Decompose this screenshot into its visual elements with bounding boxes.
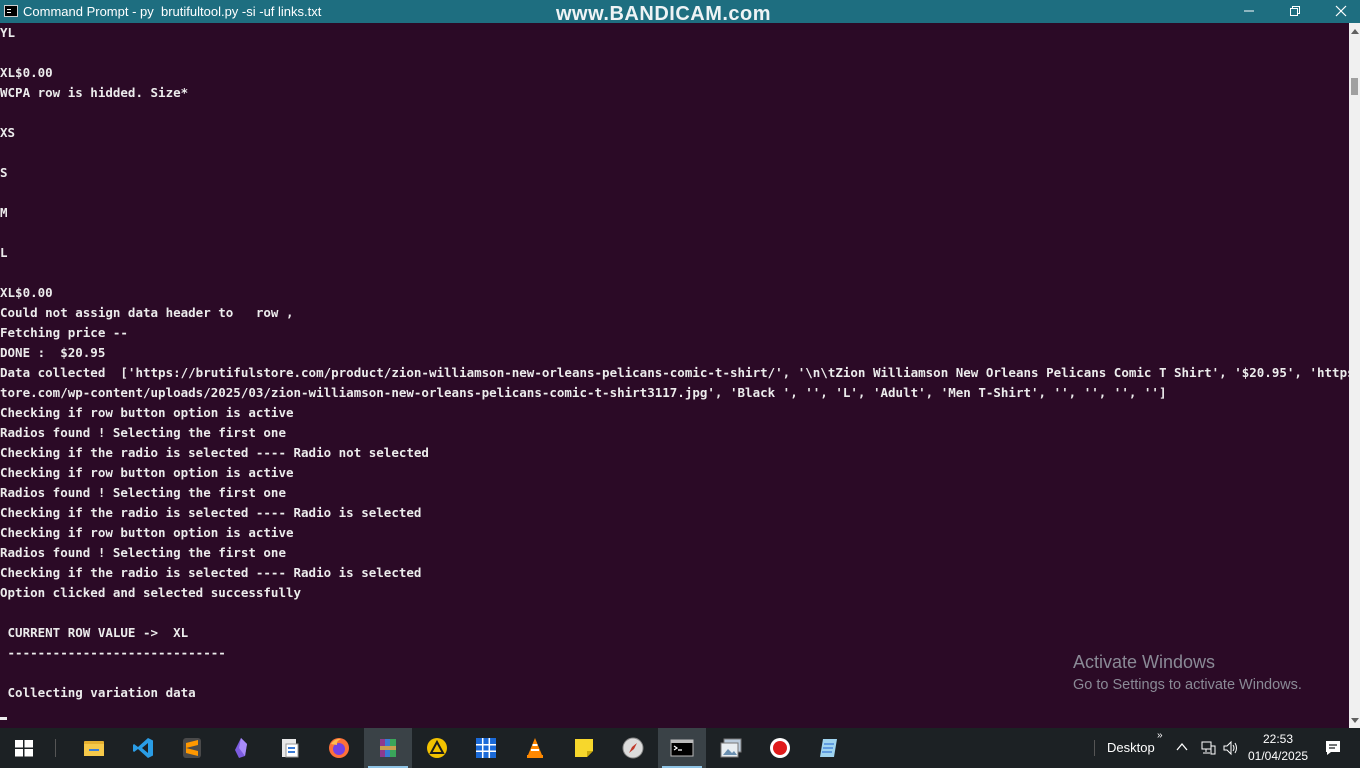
taskbar-photos[interactable]	[707, 728, 755, 768]
volume-icon[interactable]	[1222, 740, 1238, 756]
activate-windows-title: Activate Windows	[1073, 652, 1216, 672]
taskbar-warning-app[interactable]	[413, 728, 461, 768]
scroll-up-icon[interactable]	[1351, 29, 1359, 34]
console-line: M	[0, 205, 8, 220]
console-line: Could not assign data header to row ,	[0, 305, 294, 320]
taskbar-obsidian[interactable]	[217, 728, 265, 768]
minimize-icon	[1244, 10, 1254, 12]
taskbar-compass[interactable]	[609, 728, 657, 768]
taskbar-firefox[interactable]	[315, 728, 363, 768]
scroll-thumb[interactable]	[1351, 78, 1358, 95]
window-title: Command Prompt - py brutifultool.py -si …	[23, 4, 322, 19]
command-prompt-icon[interactable]	[4, 5, 18, 17]
restore-icon	[1290, 6, 1300, 16]
console-line: L	[0, 245, 8, 260]
taskbar-winrar[interactable]	[364, 728, 412, 768]
console-line: CURRENT ROW VALUE -> XL	[0, 625, 189, 640]
clock-time[interactable]: 22:53	[1263, 732, 1293, 746]
console-line: Checking if row button option is active	[0, 465, 294, 480]
desktop-toolbar-label[interactable]: Desktop	[1107, 740, 1155, 755]
taskbar-sticky-notes[interactable]	[560, 728, 608, 768]
console-line: Checking if the radio is selected ---- R…	[0, 505, 422, 520]
console-line: XL$0.00	[0, 65, 53, 80]
console-output[interactable]: YL XL$0.00 WCPA row is hidded. Size* XS …	[0, 23, 1349, 728]
console-line: XL$0.00	[0, 285, 53, 300]
compass-icon	[622, 737, 644, 759]
taskbar-grid-app[interactable]	[462, 728, 510, 768]
console-line: Data collected ['https://brutifulstore.c…	[0, 365, 1349, 380]
desktop-expand-icon[interactable]: »	[1157, 730, 1163, 741]
taskbar-divider	[55, 739, 56, 757]
notifications-icon[interactable]	[1324, 739, 1342, 757]
text-cursor	[0, 717, 7, 720]
show-hidden-icons-icon[interactable]	[1176, 742, 1188, 752]
windows-start-icon	[15, 740, 33, 757]
command-prompt-icon	[670, 739, 694, 757]
taskbar-notepad[interactable]	[805, 728, 853, 768]
console-line: Checking if row button option is active	[0, 525, 294, 540]
photos-icon	[720, 738, 742, 758]
taskbar-bandicam[interactable]	[756, 728, 804, 768]
console-line: Checking if row button option is active	[0, 405, 294, 420]
winrar-icon	[380, 739, 396, 757]
activate-windows-watermark: Activate Windows Go to Settings to activ…	[1073, 652, 1302, 698]
firefox-icon	[329, 738, 349, 758]
grid-app-icon	[476, 738, 496, 758]
activate-windows-subtitle: Go to Settings to activate Windows.	[1073, 677, 1302, 693]
taskbar-sublime-text[interactable]	[168, 728, 216, 768]
vscode-icon	[133, 738, 153, 758]
taskbar-file-explorer[interactable]	[70, 728, 118, 768]
clock-date[interactable]: 01/04/2025	[1248, 749, 1308, 763]
sublime-text-icon	[183, 738, 201, 758]
network-icon[interactable]	[1200, 740, 1216, 756]
taskbar: Desktop » 22:53 01/04/2025	[0, 728, 1360, 768]
console-line: Checking if the radio is selected ---- R…	[0, 565, 422, 580]
console-line: -----------------------------	[0, 645, 226, 660]
console-line: WCPA row is hidded. Size*	[0, 85, 189, 100]
taskbar-command-prompt[interactable]	[658, 728, 706, 768]
console-line: Collecting variation data	[0, 685, 196, 700]
console-line: Radios found ! Selecting the first one	[0, 485, 286, 500]
console-line: Checking if the radio is selected ---- R…	[0, 445, 429, 460]
taskbar-file-manager[interactable]	[266, 728, 314, 768]
console-line: Radios found ! Selecting the first one	[0, 545, 286, 560]
taskbar-vscode[interactable]	[119, 728, 167, 768]
desktop-divider	[1094, 740, 1095, 756]
restore-button[interactable]	[1272, 0, 1318, 23]
close-icon	[1335, 5, 1347, 17]
file-manager-icon	[282, 739, 299, 758]
taskbar-vlc[interactable]	[511, 728, 559, 768]
obsidian-icon	[235, 738, 247, 758]
vertical-scrollbar[interactable]	[1349, 23, 1360, 728]
console-line: Option clicked and selected successfully	[0, 585, 302, 600]
minimize-button[interactable]	[1226, 0, 1272, 23]
sticky-notes-icon	[575, 739, 593, 757]
console-line: Fetching price --	[0, 325, 128, 340]
vlc-icon	[527, 738, 543, 758]
notepad-icon	[820, 739, 837, 757]
bandicam-record-icon	[770, 738, 790, 758]
warning-app-icon	[427, 738, 447, 758]
file-explorer-icon	[84, 741, 104, 756]
console-line: tore.com/wp-content/uploads/2025/03/zion…	[0, 385, 1167, 400]
title-bar[interactable]: Command Prompt - py brutifultool.py -si …	[0, 0, 1360, 25]
console-line: DONE : $20.95	[0, 345, 106, 360]
console-line: Radios found ! Selecting the first one	[0, 425, 286, 440]
console-line: S	[0, 165, 8, 180]
scroll-down-icon[interactable]	[1351, 718, 1359, 723]
start-button[interactable]	[0, 728, 48, 768]
close-button[interactable]	[1318, 0, 1360, 23]
console-line: XS	[0, 125, 16, 140]
console-line: YL	[0, 25, 16, 40]
